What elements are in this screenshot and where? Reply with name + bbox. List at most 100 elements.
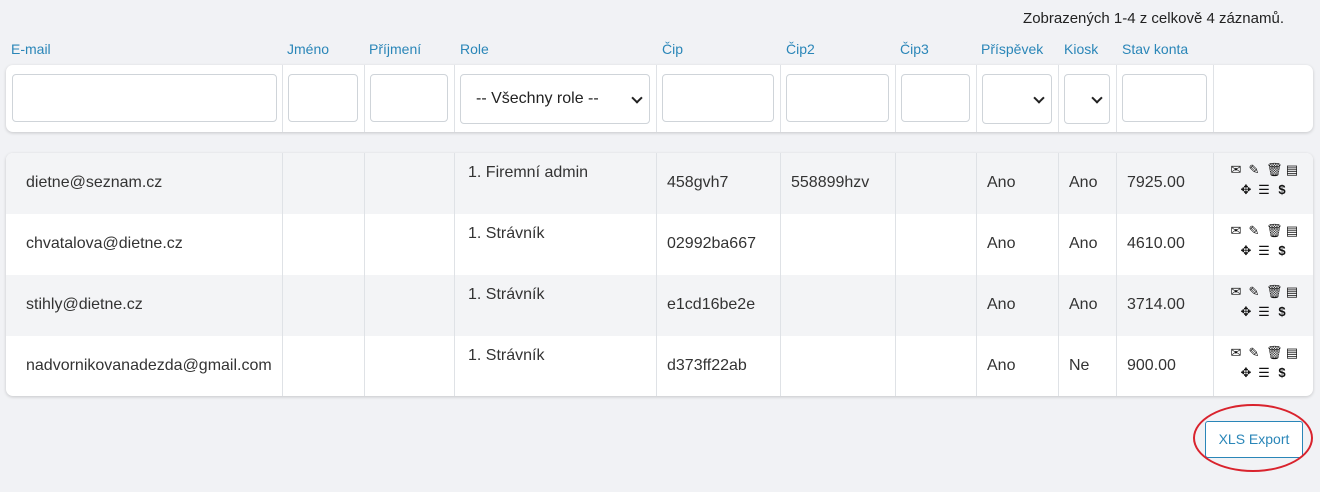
column-divider [656, 153, 657, 396]
prijmeni-filter-input[interactable] [370, 74, 448, 122]
cell-prispevek: Ano [987, 235, 1016, 252]
column-divider [976, 153, 977, 396]
column-divider [282, 65, 283, 132]
cell-email: nadvornikovanadezda@gmail.com [26, 357, 272, 374]
column-divider [895, 153, 896, 396]
header-email[interactable]: E-mail [11, 41, 51, 57]
header-kiosk[interactable]: Kiosk [1064, 41, 1098, 57]
email-filter-input[interactable] [12, 74, 277, 122]
column-divider [780, 65, 781, 132]
cell-role: 1. Strávník [468, 286, 545, 303]
pencil-icon[interactable]: ✎ [1247, 163, 1261, 177]
cell-email: dietne@seznam.cz [26, 174, 163, 191]
jmeno-filter-input[interactable] [288, 74, 358, 122]
column-divider [656, 65, 657, 132]
column-divider [1213, 153, 1214, 396]
column-divider [780, 153, 781, 396]
trash-icon[interactable]: 🗑 [1266, 163, 1283, 177]
envelope-icon[interactable]: ✉ [1229, 285, 1243, 299]
pencil-icon[interactable]: ✎ [1247, 285, 1261, 299]
header-cip3[interactable]: Čip3 [900, 41, 929, 57]
cell-role: 1. Firemní admin [468, 164, 589, 181]
column-divider [282, 153, 283, 396]
prispevek-filter-select[interactable] [982, 74, 1052, 124]
trash-icon[interactable]: 🗑 [1266, 285, 1283, 299]
cell-role: 1. Strávník [468, 347, 545, 364]
header-cip[interactable]: Čip [662, 41, 683, 57]
column-divider [1116, 153, 1117, 396]
column-divider [454, 65, 455, 132]
cip-filter-input[interactable] [662, 74, 774, 122]
menu-icon[interactable]: ☰ [1257, 305, 1271, 319]
dollar-icon[interactable]: $ [1275, 305, 1289, 319]
cell-kiosk: Ano [1069, 174, 1098, 191]
records-summary: Zobrazených 1-4 z celkově 4 záznamů. [1023, 10, 1284, 27]
cell-cip2: 558899hzv [791, 174, 870, 191]
move-icon[interactable]: ✥ [1239, 366, 1253, 380]
column-divider [1058, 65, 1059, 132]
move-icon[interactable]: ✥ [1239, 305, 1253, 319]
menu-icon[interactable]: ☰ [1257, 244, 1271, 258]
row-actions: ✉ ✎ 🗑 ▤ ✥ ☰ $ [1222, 163, 1299, 203]
xls-export-button[interactable]: XLS Export [1205, 421, 1303, 458]
cell-kiosk: Ano [1069, 296, 1098, 313]
column-headers: E-mail Jméno Příjmení Role Čip Čip2 Čip3… [0, 41, 1320, 61]
cell-prispevek: Ano [987, 174, 1016, 191]
column-divider [1058, 153, 1059, 396]
envelope-icon[interactable]: ✉ [1229, 346, 1243, 360]
cip3-filter-input[interactable] [901, 74, 970, 122]
list-icon[interactable]: ▤ [1285, 285, 1299, 299]
header-prijmeni[interactable]: Příjmení [369, 41, 421, 57]
trash-icon[interactable]: 🗑 [1266, 224, 1283, 238]
list-icon[interactable]: ▤ [1285, 163, 1299, 177]
move-icon[interactable]: ✥ [1239, 244, 1253, 258]
header-jmeno[interactable]: Jméno [287, 41, 329, 57]
list-icon[interactable]: ▤ [1285, 224, 1299, 238]
cell-prispevek: Ano [987, 357, 1016, 374]
header-cip2[interactable]: Čip2 [786, 41, 815, 57]
column-divider [895, 65, 896, 132]
column-divider [454, 153, 455, 396]
cell-stav: 900.00 [1127, 357, 1176, 374]
chevron-down-icon [631, 92, 643, 104]
cell-cip: 458gvh7 [667, 174, 729, 191]
trash-icon[interactable]: 🗑 [1266, 346, 1283, 360]
kiosk-filter-select[interactable] [1064, 74, 1110, 124]
row-actions: ✉ ✎ 🗑 ▤ ✥ ☰ $ [1222, 346, 1299, 386]
pencil-icon[interactable]: ✎ [1247, 346, 1261, 360]
data-table: dietne@seznam.cz 1. Firemní admin 458gvh… [6, 153, 1313, 396]
stav-filter-input[interactable] [1122, 74, 1207, 122]
cell-email: stihly@dietne.cz [26, 296, 143, 313]
envelope-icon[interactable]: ✉ [1229, 163, 1243, 177]
role-filter-select[interactable]: -- Všechny role -- [460, 74, 650, 124]
cell-stav: 3714.00 [1127, 296, 1185, 313]
cell-kiosk: Ano [1069, 235, 1098, 252]
dollar-icon[interactable]: $ [1275, 183, 1289, 197]
cell-cip: d373ff22ab [667, 357, 747, 374]
header-stav[interactable]: Stav konta [1122, 41, 1188, 57]
cell-stav: 7925.00 [1127, 174, 1185, 191]
chevron-down-icon [1091, 92, 1103, 104]
dollar-icon[interactable]: $ [1275, 366, 1289, 380]
cell-stav: 4610.00 [1127, 235, 1185, 252]
header-prispevek[interactable]: Příspěvek [981, 41, 1043, 57]
cell-prispevek: Ano [987, 296, 1016, 313]
column-divider [1213, 65, 1214, 132]
cell-kiosk: Ne [1069, 357, 1090, 374]
list-icon[interactable]: ▤ [1285, 346, 1299, 360]
dollar-icon[interactable]: $ [1275, 244, 1289, 258]
menu-icon[interactable]: ☰ [1257, 366, 1271, 380]
cell-cip: e1cd16be2e [667, 296, 756, 313]
chevron-down-icon [1033, 92, 1045, 104]
column-divider [976, 65, 977, 132]
header-role[interactable]: Role [460, 41, 489, 57]
cell-email: chvatalova@dietne.cz [26, 235, 183, 252]
cip2-filter-input[interactable] [786, 74, 889, 122]
envelope-icon[interactable]: ✉ [1229, 224, 1243, 238]
menu-icon[interactable]: ☰ [1257, 183, 1271, 197]
move-icon[interactable]: ✥ [1239, 183, 1253, 197]
filter-row: -- Všechny role -- [6, 65, 1313, 132]
pencil-icon[interactable]: ✎ [1247, 224, 1261, 238]
column-divider [364, 65, 365, 132]
row-actions: ✉ ✎ 🗑 ▤ ✥ ☰ $ [1222, 285, 1299, 325]
